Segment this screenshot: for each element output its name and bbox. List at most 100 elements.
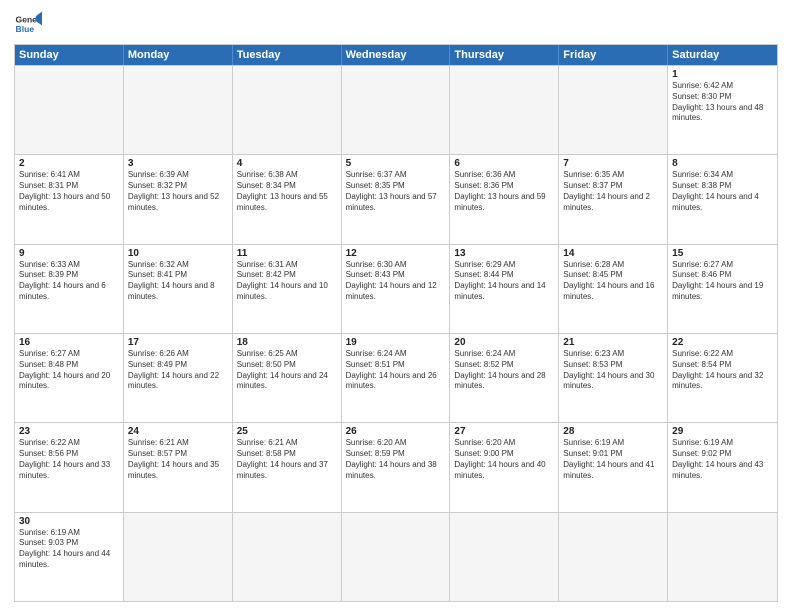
cell-text: Sunrise: 6:24 AM Sunset: 8:52 PM Dayligh… [454,349,554,392]
cell-text: Sunrise: 6:37 AM Sunset: 8:35 PM Dayligh… [346,170,446,213]
day-number: 9 [19,248,119,259]
cal-cell [124,66,233,154]
cal-cell [233,66,342,154]
day-number: 22 [672,337,773,348]
cal-cell: 12Sunrise: 6:30 AM Sunset: 8:43 PM Dayli… [342,245,451,333]
calendar-header: SundayMondayTuesdayWednesdayThursdayFrid… [15,45,777,65]
day-header-monday: Monday [124,45,233,65]
cal-cell: 11Sunrise: 6:31 AM Sunset: 8:42 PM Dayli… [233,245,342,333]
day-number: 14 [563,248,663,259]
cal-cell: 4Sunrise: 6:38 AM Sunset: 8:34 PM Daylig… [233,155,342,243]
day-number: 4 [237,158,337,169]
cal-cell: 1Sunrise: 6:42 AM Sunset: 8:30 PM Daylig… [668,66,777,154]
cell-text: Sunrise: 6:25 AM Sunset: 8:50 PM Dayligh… [237,349,337,392]
day-number: 17 [128,337,228,348]
calendar-body: 1Sunrise: 6:42 AM Sunset: 8:30 PM Daylig… [15,65,777,601]
cell-text: Sunrise: 6:38 AM Sunset: 8:34 PM Dayligh… [237,170,337,213]
cal-cell: 9Sunrise: 6:33 AM Sunset: 8:39 PM Daylig… [15,245,124,333]
cal-cell: 30Sunrise: 6:19 AM Sunset: 9:03 PM Dayli… [15,513,124,601]
cal-cell: 21Sunrise: 6:23 AM Sunset: 8:53 PM Dayli… [559,334,668,422]
cal-cell: 23Sunrise: 6:22 AM Sunset: 8:56 PM Dayli… [15,423,124,511]
cal-cell [450,66,559,154]
cal-cell [668,513,777,601]
cell-text: Sunrise: 6:19 AM Sunset: 9:01 PM Dayligh… [563,438,663,481]
cell-text: Sunrise: 6:22 AM Sunset: 8:56 PM Dayligh… [19,438,119,481]
cal-week-4: 23Sunrise: 6:22 AM Sunset: 8:56 PM Dayli… [15,422,777,511]
cal-cell: 13Sunrise: 6:29 AM Sunset: 8:44 PM Dayli… [450,245,559,333]
day-number: 7 [563,158,663,169]
generalblue-logo-icon: General Blue [14,10,42,38]
day-number: 16 [19,337,119,348]
cal-week-3: 16Sunrise: 6:27 AM Sunset: 8:48 PM Dayli… [15,333,777,422]
day-number: 11 [237,248,337,259]
day-header-wednesday: Wednesday [342,45,451,65]
cal-cell: 29Sunrise: 6:19 AM Sunset: 9:02 PM Dayli… [668,423,777,511]
cell-text: Sunrise: 6:30 AM Sunset: 8:43 PM Dayligh… [346,260,446,303]
cell-text: Sunrise: 6:31 AM Sunset: 8:42 PM Dayligh… [237,260,337,303]
cell-text: Sunrise: 6:42 AM Sunset: 8:30 PM Dayligh… [672,81,773,124]
day-number: 19 [346,337,446,348]
cal-cell: 28Sunrise: 6:19 AM Sunset: 9:01 PM Dayli… [559,423,668,511]
cal-cell: 7Sunrise: 6:35 AM Sunset: 8:37 PM Daylig… [559,155,668,243]
cal-cell: 27Sunrise: 6:20 AM Sunset: 9:00 PM Dayli… [450,423,559,511]
cal-cell: 24Sunrise: 6:21 AM Sunset: 8:57 PM Dayli… [124,423,233,511]
cell-text: Sunrise: 6:32 AM Sunset: 8:41 PM Dayligh… [128,260,228,303]
cell-text: Sunrise: 6:19 AM Sunset: 9:03 PM Dayligh… [19,528,119,571]
day-number: 21 [563,337,663,348]
calendar: SundayMondayTuesdayWednesdayThursdayFrid… [14,44,778,602]
cell-text: Sunrise: 6:20 AM Sunset: 8:59 PM Dayligh… [346,438,446,481]
cell-text: Sunrise: 6:27 AM Sunset: 8:48 PM Dayligh… [19,349,119,392]
cal-cell [559,66,668,154]
cell-text: Sunrise: 6:29 AM Sunset: 8:44 PM Dayligh… [454,260,554,303]
day-header-friday: Friday [559,45,668,65]
cell-text: Sunrise: 6:28 AM Sunset: 8:45 PM Dayligh… [563,260,663,303]
day-number: 12 [346,248,446,259]
cal-cell: 14Sunrise: 6:28 AM Sunset: 8:45 PM Dayli… [559,245,668,333]
day-number: 15 [672,248,773,259]
cal-cell [342,513,451,601]
cal-cell: 6Sunrise: 6:36 AM Sunset: 8:36 PM Daylig… [450,155,559,243]
page: General Blue SundayMondayTuesdayWednesda… [0,0,792,612]
day-number: 13 [454,248,554,259]
cell-text: Sunrise: 6:33 AM Sunset: 8:39 PM Dayligh… [19,260,119,303]
cell-text: Sunrise: 6:35 AM Sunset: 8:37 PM Dayligh… [563,170,663,213]
day-header-tuesday: Tuesday [233,45,342,65]
cal-cell: 26Sunrise: 6:20 AM Sunset: 8:59 PM Dayli… [342,423,451,511]
day-number: 25 [237,426,337,437]
cal-cell: 16Sunrise: 6:27 AM Sunset: 8:48 PM Dayli… [15,334,124,422]
cell-text: Sunrise: 6:36 AM Sunset: 8:36 PM Dayligh… [454,170,554,213]
cal-cell: 22Sunrise: 6:22 AM Sunset: 8:54 PM Dayli… [668,334,777,422]
cal-cell: 15Sunrise: 6:27 AM Sunset: 8:46 PM Dayli… [668,245,777,333]
cal-cell: 20Sunrise: 6:24 AM Sunset: 8:52 PM Dayli… [450,334,559,422]
day-number: 20 [454,337,554,348]
day-number: 5 [346,158,446,169]
day-header-sunday: Sunday [15,45,124,65]
cal-cell: 3Sunrise: 6:39 AM Sunset: 8:32 PM Daylig… [124,155,233,243]
day-number: 18 [237,337,337,348]
day-number: 2 [19,158,119,169]
cell-text: Sunrise: 6:39 AM Sunset: 8:32 PM Dayligh… [128,170,228,213]
cal-cell: 19Sunrise: 6:24 AM Sunset: 8:51 PM Dayli… [342,334,451,422]
cal-week-1: 2Sunrise: 6:41 AM Sunset: 8:31 PM Daylig… [15,154,777,243]
day-number: 27 [454,426,554,437]
cal-cell: 2Sunrise: 6:41 AM Sunset: 8:31 PM Daylig… [15,155,124,243]
day-number: 23 [19,426,119,437]
cal-cell: 5Sunrise: 6:37 AM Sunset: 8:35 PM Daylig… [342,155,451,243]
day-number: 1 [672,69,773,80]
cal-cell [450,513,559,601]
day-header-thursday: Thursday [450,45,559,65]
day-number: 10 [128,248,228,259]
day-number: 24 [128,426,228,437]
cal-cell: 8Sunrise: 6:34 AM Sunset: 8:38 PM Daylig… [668,155,777,243]
day-number: 29 [672,426,773,437]
day-header-saturday: Saturday [668,45,777,65]
cal-week-5: 30Sunrise: 6:19 AM Sunset: 9:03 PM Dayli… [15,512,777,601]
cal-cell [559,513,668,601]
cell-text: Sunrise: 6:24 AM Sunset: 8:51 PM Dayligh… [346,349,446,392]
cal-week-0: 1Sunrise: 6:42 AM Sunset: 8:30 PM Daylig… [15,65,777,154]
cal-cell: 10Sunrise: 6:32 AM Sunset: 8:41 PM Dayli… [124,245,233,333]
cell-text: Sunrise: 6:23 AM Sunset: 8:53 PM Dayligh… [563,349,663,392]
cal-cell [15,66,124,154]
cell-text: Sunrise: 6:34 AM Sunset: 8:38 PM Dayligh… [672,170,773,213]
day-number: 8 [672,158,773,169]
